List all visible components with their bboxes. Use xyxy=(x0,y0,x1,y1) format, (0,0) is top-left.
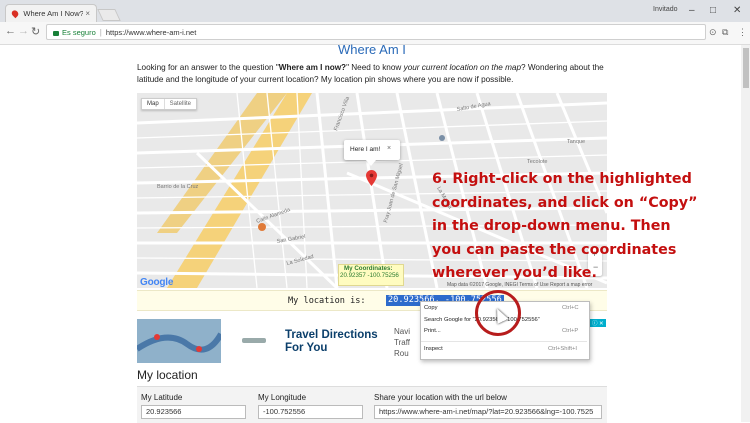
tab-close-button[interactable]: × xyxy=(85,9,90,18)
minimize-button[interactable]: – xyxy=(689,5,695,16)
location-icon[interactable]: ⊙ xyxy=(709,27,717,38)
overlay-line-5: wherever you’d like. xyxy=(432,265,597,281)
share-url-field[interactable]: https://www.where-am-i.net/map/?lat=20.9… xyxy=(374,405,602,419)
location-pin-icon[interactable] xyxy=(366,170,377,188)
map-type-satellite[interactable]: Satellite xyxy=(163,99,196,109)
map-type-map[interactable]: Map xyxy=(142,99,164,109)
info-window-close-button[interactable]: × xyxy=(387,145,391,152)
translate-icon[interactable]: ⧉ xyxy=(722,27,728,38)
street-label: Tecolote xyxy=(527,159,548,165)
context-menu-separator xyxy=(421,341,587,342)
scrollbar[interactable] xyxy=(741,45,750,422)
context-menu-inspect[interactable]: Inspect xyxy=(424,346,443,352)
longitude-label: My Longitude xyxy=(258,393,307,402)
share-url-label: Share your location with the url below xyxy=(374,393,507,402)
google-logo: Google xyxy=(140,277,174,288)
lock-icon xyxy=(53,30,59,36)
forward-button[interactable]: → xyxy=(18,25,29,37)
maximize-button[interactable]: □ xyxy=(710,5,716,16)
ad-map-image[interactable] xyxy=(137,319,221,363)
intro-italic: your current location on the map xyxy=(403,63,522,72)
secure-label: Es seguro xyxy=(62,27,96,37)
coordinates-value: 20.92357 -100.75256 xyxy=(340,272,399,279)
info-window-text: Here I am! xyxy=(350,146,381,153)
browser-tab[interactable]: Where Am I Now? What × xyxy=(5,4,97,22)
latitude-field[interactable]: 20.923566 xyxy=(141,405,246,419)
my-location-heading: My location xyxy=(137,368,198,382)
map-pin-favicon-icon xyxy=(10,8,20,19)
ad-side-text[interactable]: Navi Traff Rou xyxy=(394,326,410,359)
latitude-label: My Latitude xyxy=(141,393,183,402)
inspect-shortcut: Ctrl+Shift+I xyxy=(548,346,577,352)
longitude-field[interactable]: -100.752556 xyxy=(258,405,363,419)
address-separator: | xyxy=(99,27,102,37)
address-bar[interactable]: Es seguro | https://www.where-am-i.net xyxy=(46,24,706,40)
profile-label[interactable]: Invitado xyxy=(653,6,678,13)
intro-text-2: " Need to know xyxy=(346,63,404,72)
street-label: Barrio de la Cruz xyxy=(157,184,199,190)
tutorial-overlay-text: 6. Right-click on the highlighted coordi… xyxy=(432,168,732,286)
page-title: Where Am I xyxy=(338,42,406,57)
back-button[interactable]: ← xyxy=(5,25,16,37)
intro-text-1: Looking for an answer to the question " xyxy=(137,63,279,72)
overlay-line-3: in the drop-down menu. Then xyxy=(432,218,671,234)
coordinates-title: My Coordinates: xyxy=(344,265,393,272)
print-shortcut: Ctrl+P xyxy=(562,328,579,334)
ad-title[interactable]: Travel Directions For You xyxy=(285,329,395,355)
ad-choices-icon[interactable]: ⓘ ✕ xyxy=(590,319,606,327)
street-label: Tanque xyxy=(567,139,585,145)
map-type-control[interactable]: Map Satellite xyxy=(141,98,198,110)
intro-paragraph: Looking for an answer to the question "W… xyxy=(137,62,607,86)
url-text[interactable]: https://www.where-am-i.net xyxy=(106,28,196,37)
tab-title: Where Am I Now? What xyxy=(23,9,84,18)
reload-button[interactable]: ↻ xyxy=(31,25,40,38)
overlay-line-2: coordinates, and click on “Copy” xyxy=(432,194,698,211)
context-menu-copy[interactable]: Copy xyxy=(424,305,438,311)
overlay-line-1: 6. Right-click on the highlighted xyxy=(432,171,692,187)
context-menu-print[interactable]: Print... xyxy=(424,328,441,334)
info-window-tail xyxy=(366,160,376,166)
overlay-line-4: you can paste the coordinates xyxy=(432,241,677,258)
location-label: My location is: xyxy=(288,296,366,306)
close-window-button[interactable]: ✕ xyxy=(733,5,741,16)
ad-logo xyxy=(242,338,266,343)
intro-bold: Where am I now? xyxy=(278,63,347,72)
scrollbar-thumb[interactable] xyxy=(743,48,749,88)
copy-shortcut: Ctrl+C xyxy=(562,305,579,311)
menu-button[interactable]: ⋮ xyxy=(738,27,747,38)
